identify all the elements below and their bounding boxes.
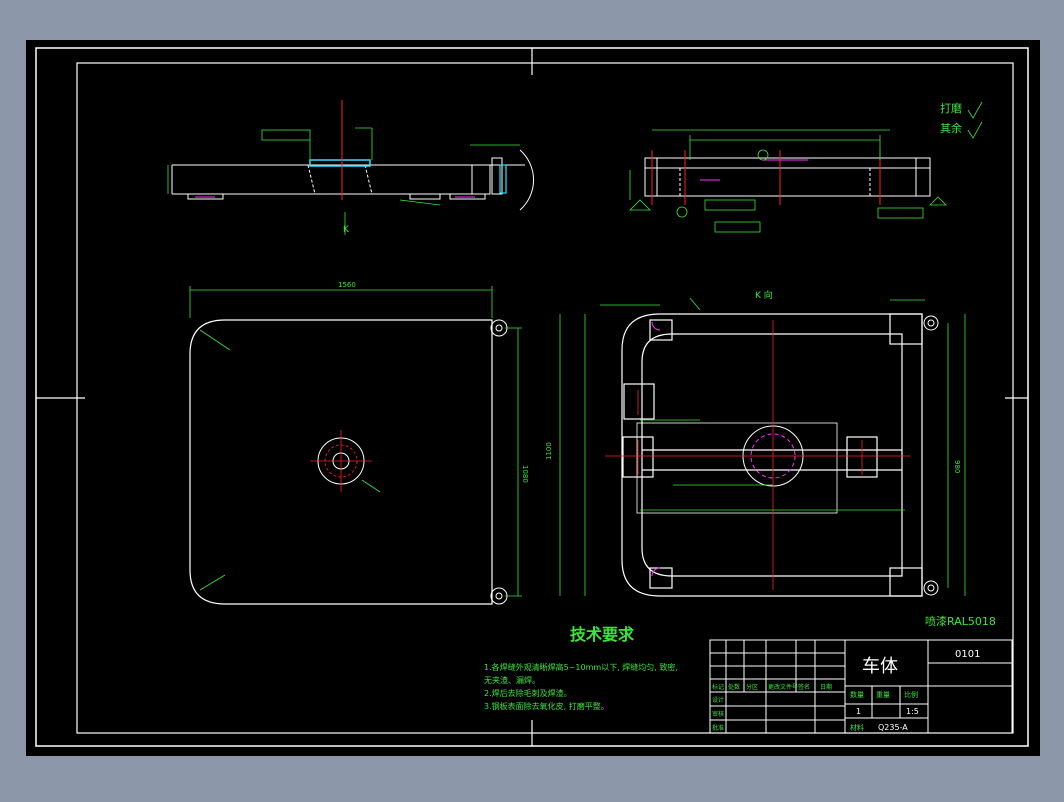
roughness-note-2: 其余 xyxy=(940,121,962,135)
tb-material-label: 材料 xyxy=(850,723,864,732)
drawing-background xyxy=(26,40,1040,756)
tech-req-line-1: 1.各焊缝外观清晰焊高5~10mm以下, 焊缝均匀, 致密, xyxy=(484,662,678,672)
tb-qty-value: 1 xyxy=(856,707,861,716)
title-block-name: 车体 xyxy=(862,656,898,677)
tb-label-zone: 分区 xyxy=(746,683,758,691)
plate-height-dim: 1080 xyxy=(521,465,529,483)
tb-label-signature: 签名 xyxy=(798,683,810,691)
frame-right-dim: 980 xyxy=(953,460,961,473)
title-block-role-labels: 设计 审核 批准 xyxy=(712,696,724,732)
tb-material-value: Q235-A xyxy=(878,723,908,732)
plate-width-dim: 1560 xyxy=(338,281,356,289)
tech-req-line-3: 2.焊后去除毛刺及焊渣。 xyxy=(484,688,572,698)
frame-height-dim: 1100 xyxy=(545,442,553,460)
tb-label-mark: 标记 xyxy=(712,683,724,691)
tb-qty-label: 数量 xyxy=(850,690,864,699)
cad-viewport[interactable]: K 打磨 其余 1560 1080 1100 980 K 向 喷漆RAL5018… xyxy=(0,0,1064,798)
view-k2-label: K 向 xyxy=(755,289,773,301)
tech-req-heading: 技术要求 xyxy=(570,625,635,644)
tb-role-review: 审核 xyxy=(712,710,724,718)
cad-drawing-canvas[interactable]: K 打磨 其余 1560 1080 1100 980 K 向 喷漆RAL5018… xyxy=(0,0,1064,798)
tb-label-date: 日期 xyxy=(820,683,832,691)
tb-scale-label: 比例 xyxy=(904,690,918,699)
tb-label-count: 处数 xyxy=(728,683,740,691)
tech-req-line-2: 无夹渣、漏焊。 xyxy=(484,675,540,685)
tb-label-change-doc: 更改文件号 xyxy=(768,683,798,691)
title-block-drawing-no: 0101 xyxy=(955,649,980,660)
tb-weight-label: 重量 xyxy=(876,691,890,699)
roughness-note-1: 打磨 xyxy=(940,101,962,115)
tech-req-line-4: 3.钢板表面除去氧化皮, 打磨平整。 xyxy=(484,701,609,711)
paint-note: 喷漆RAL5018 xyxy=(925,615,996,628)
tb-role-approve: 批准 xyxy=(712,724,724,732)
tb-scale-value: 1:5 xyxy=(906,707,919,716)
tb-role-design: 设计 xyxy=(712,696,724,704)
